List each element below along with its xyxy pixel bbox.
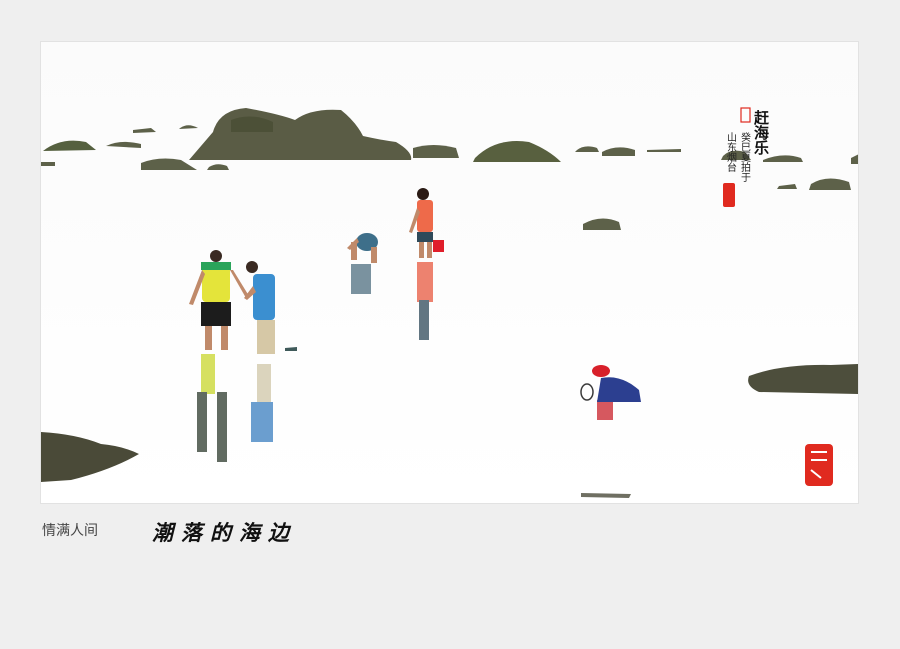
photo: 赶海乐 癸巳夏拍于 山东烟台 bbox=[40, 41, 859, 504]
beach-scene: 赶海乐 癸巳夏拍于 山东烟台 bbox=[41, 42, 858, 503]
calligraphy-note-1: 癸巳夏拍于 bbox=[739, 131, 751, 182]
artist-seal bbox=[805, 444, 833, 486]
caption-title: 潮落的海边 bbox=[152, 520, 297, 545]
caption-left: 情满人间 bbox=[42, 523, 98, 539]
calligraphy-note-2: 山东烟台 bbox=[725, 132, 737, 173]
seal-bottom bbox=[723, 183, 735, 207]
calligraphy-title: 赶海乐 bbox=[752, 109, 770, 156]
